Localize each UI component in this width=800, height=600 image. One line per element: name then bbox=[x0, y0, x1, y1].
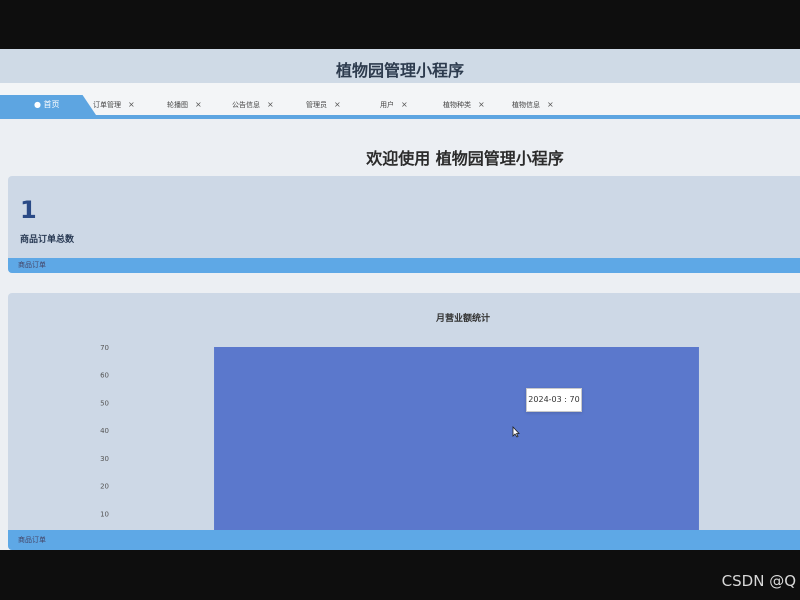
tab-home-label: 首页 bbox=[43, 100, 60, 109]
order-count-label: 商品订单总数 bbox=[20, 235, 75, 245]
letterbox-top bbox=[0, 0, 800, 49]
close-icon[interactable]: × bbox=[547, 100, 554, 109]
revenue-bar-chart: 0102030405060702024-03 bbox=[100, 344, 699, 530]
y-tick-label: 60 bbox=[100, 372, 109, 380]
y-tick-label: 50 bbox=[100, 399, 109, 407]
order-count-card: 1 商品订单总数 商品订单 bbox=[8, 176, 800, 273]
csdn-watermark: CSDN @Q bbox=[721, 572, 796, 590]
card-footer: 商品订单 bbox=[8, 258, 800, 273]
tab-users[interactable]: 用户 × bbox=[380, 100, 408, 110]
tab-bar bbox=[0, 83, 800, 115]
app-screen: 植物园管理小程序 ● 首页 订单管理 × 轮播图 × 公告信息 × 管理员 × 用户 × … bbox=[0, 49, 800, 550]
order-count-value: 1 bbox=[20, 196, 37, 224]
tab-order-management[interactable]: 订单管理 × bbox=[93, 100, 135, 110]
tab-home[interactable]: ● 首页 bbox=[0, 95, 96, 115]
close-icon[interactable]: × bbox=[267, 100, 274, 109]
tab-announcements[interactable]: 公告信息 × bbox=[232, 100, 274, 110]
tab-underline bbox=[0, 115, 800, 119]
card-footer-label: 商品订单 bbox=[18, 536, 46, 544]
tab-label: 订单管理 bbox=[93, 101, 121, 109]
tab-label: 用户 bbox=[380, 101, 394, 109]
revenue-chart-card: 月营业额统计 0102030405060702024-03 商品订单 bbox=[8, 293, 800, 550]
tab-plant-info[interactable]: 植物信息 × bbox=[512, 100, 554, 110]
mouse-cursor-icon bbox=[512, 426, 520, 438]
tab-admins[interactable]: 管理员 × bbox=[306, 100, 341, 110]
y-tick-label: 30 bbox=[100, 455, 109, 463]
tab-label: 轮播图 bbox=[167, 101, 188, 109]
card-footer: 商品订单 bbox=[8, 530, 800, 550]
chart-tooltip: 2024-03 : 70 bbox=[526, 388, 582, 412]
tab-label: 管理员 bbox=[306, 101, 327, 109]
letterbox-bottom bbox=[0, 550, 800, 600]
close-icon[interactable]: × bbox=[478, 100, 485, 109]
app-header: 植物园管理小程序 bbox=[0, 49, 800, 83]
close-icon[interactable]: × bbox=[128, 100, 135, 109]
app-title: 植物园管理小程序 bbox=[335, 61, 464, 80]
tab-label: 植物信息 bbox=[512, 101, 540, 109]
y-tick-label: 10 bbox=[100, 510, 109, 518]
welcome-heading: 欢迎使用 植物园管理小程序 bbox=[366, 149, 564, 168]
tab-plant-types[interactable]: 植物种类 × bbox=[443, 100, 485, 110]
card-footer-label: 商品订单 bbox=[18, 261, 46, 269]
tab-label: 公告信息 bbox=[232, 101, 260, 109]
y-tick-label: 70 bbox=[100, 344, 109, 352]
tab-label: 植物种类 bbox=[443, 101, 471, 109]
y-tick-label: 40 bbox=[100, 427, 109, 435]
tab-carousel[interactable]: 轮播图 × bbox=[167, 100, 202, 110]
chart-bar bbox=[214, 347, 699, 530]
close-icon[interactable]: × bbox=[334, 100, 341, 109]
close-icon[interactable]: × bbox=[195, 100, 202, 109]
close-icon[interactable]: × bbox=[401, 100, 408, 109]
y-tick-label: 20 bbox=[100, 483, 109, 491]
